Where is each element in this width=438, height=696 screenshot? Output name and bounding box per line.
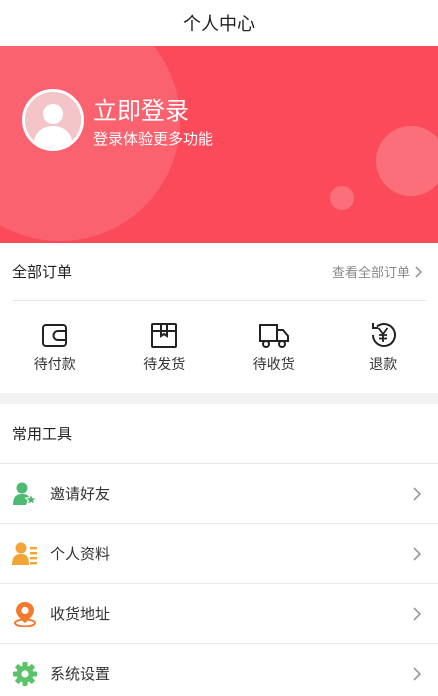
profile-card-icon <box>12 541 38 567</box>
default-avatar-icon <box>25 92 81 148</box>
order-refund[interactable]: 退款 <box>329 301 438 393</box>
order-label: 待收货 <box>252 357 295 373</box>
tools-section: 常用工具 邀请好友 个人资料 收货地址 系统设置 <box>0 404 438 696</box>
tool-label: 邀请好友 <box>50 485 111 503</box>
login-title[interactable]: 立即登录 <box>93 91 189 126</box>
package-box-icon <box>151 323 178 348</box>
yen-refund-icon <box>372 323 397 347</box>
order-pending-receipt[interactable]: 待收货 <box>219 301 329 393</box>
delivery-truck-icon <box>258 324 289 348</box>
wallet-icon <box>41 324 67 347</box>
tool-label: 收货地址 <box>50 605 111 623</box>
view-all-orders-label: 查看全部订单 <box>331 266 410 281</box>
chevron-right-icon <box>413 666 422 681</box>
orders-title: 全部订单 <box>12 263 73 281</box>
chevron-right-icon <box>415 265 423 278</box>
decor-bubble-right <box>376 126 438 196</box>
order-pending-payment[interactable]: 待付款 <box>0 301 110 393</box>
orders-section: 全部订单 查看全部订单 待付款 待发货 待收货 退款 <box>0 243 438 393</box>
avatar[interactable] <box>22 89 84 151</box>
order-label: 待付款 <box>33 357 76 373</box>
page-title: 个人中心 <box>183 14 255 35</box>
invite-user-icon <box>12 481 38 507</box>
order-label: 待发货 <box>143 357 186 373</box>
tool-label: 系统设置 <box>50 665 111 683</box>
decor-bubble-small <box>330 186 354 210</box>
order-label: 退款 <box>369 357 398 373</box>
location-pin-icon <box>12 601 38 627</box>
tool-invite-friends[interactable]: 邀请好友 <box>0 464 438 524</box>
tool-profile[interactable]: 个人资料 <box>0 524 438 584</box>
chevron-right-icon <box>413 486 422 501</box>
profile-banner: 立即登录 登录体验更多功能 <box>0 46 438 243</box>
orders-header: 全部订单 查看全部订单 <box>12 243 426 301</box>
chevron-right-icon <box>413 606 422 621</box>
tool-system-settings[interactable]: 系统设置 <box>0 644 438 696</box>
tool-shipping-address[interactable]: 收货地址 <box>0 584 438 644</box>
tool-label: 个人资料 <box>50 545 111 563</box>
tools-title: 常用工具 <box>0 404 438 464</box>
chevron-right-icon <box>413 546 422 561</box>
order-pending-shipment[interactable]: 待发货 <box>110 301 220 393</box>
gear-icon <box>12 661 38 687</box>
login-subtitle: 登录体验更多功能 <box>93 130 214 148</box>
navbar: 个人中心 <box>0 0 438 46</box>
view-all-orders-link[interactable]: 查看全部订单 <box>332 262 426 281</box>
